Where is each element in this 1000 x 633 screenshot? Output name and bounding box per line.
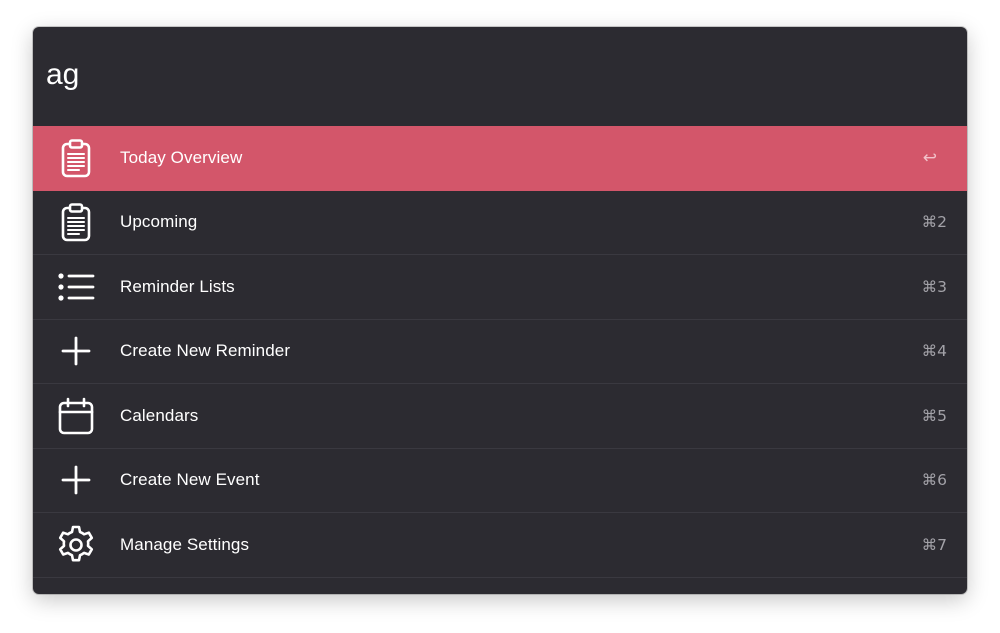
command-row-create-new-event[interactable]: Create New Event ⌘6 — [33, 449, 967, 513]
shortcut-hint: ⌘4 — [921, 342, 947, 361]
search-input[interactable] — [46, 57, 926, 92]
shortcut-hint: ⌘7 — [921, 535, 947, 554]
gear-icon — [55, 524, 97, 566]
plus-icon — [55, 459, 97, 501]
clipboard-icon — [55, 137, 97, 179]
shortcut-hint: ⌘2 — [921, 213, 947, 232]
list-icon — [55, 266, 97, 308]
command-row-upcoming[interactable]: Upcoming ⌘2 — [33, 191, 967, 255]
shortcut-hint: ⌘3 — [921, 277, 947, 296]
return-key-hint: ↩ — [922, 147, 937, 168]
command-label: Create New Event — [120, 470, 260, 490]
command-row-calendars[interactable]: Calendars ⌘5 — [33, 384, 967, 449]
command-row-today-overview[interactable]: Today Overview ↩ — [33, 126, 967, 191]
calendar-icon — [55, 395, 97, 437]
command-list: Today Overview ↩ Upcoming ⌘2 Reminder Li… — [33, 126, 967, 578]
command-label: Reminder Lists — [120, 276, 235, 296]
clipboard-icon — [55, 201, 97, 243]
search-bar — [33, 27, 967, 126]
command-label: Upcoming — [120, 212, 198, 232]
command-label: Create New Reminder — [120, 341, 291, 361]
plus-icon — [55, 330, 97, 372]
command-label: Manage Settings — [120, 534, 250, 554]
command-label: Today Overview — [120, 147, 243, 167]
command-row-create-new-reminder[interactable]: Create New Reminder ⌘4 — [33, 320, 967, 384]
shortcut-hint: ⌘6 — [921, 471, 947, 490]
command-palette-window: Today Overview ↩ Upcoming ⌘2 — [33, 27, 967, 594]
command-row-reminder-lists[interactable]: Reminder Lists ⌘3 — [33, 255, 967, 320]
command-row-manage-settings[interactable]: Manage Settings ⌘7 — [33, 513, 967, 578]
command-label: Calendars — [120, 405, 199, 425]
shortcut-hint: ⌘5 — [921, 406, 947, 425]
